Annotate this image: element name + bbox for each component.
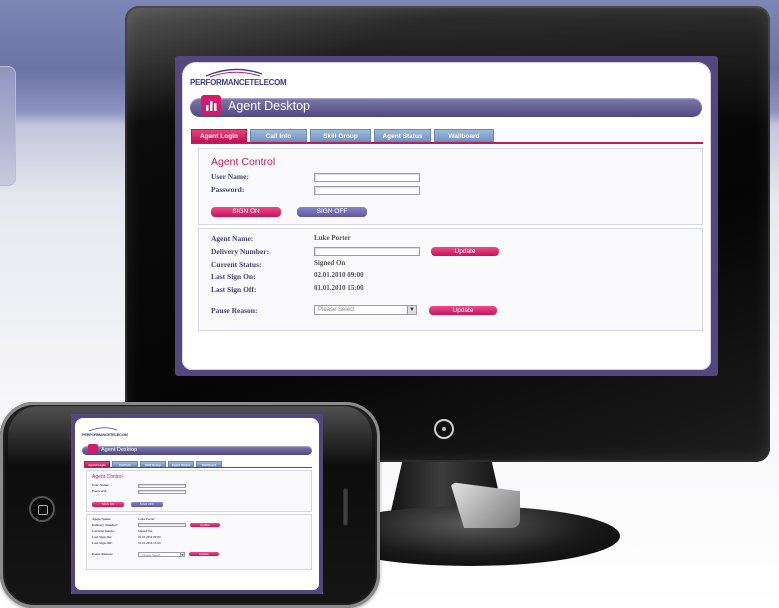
phone-password-label: Password: <box>92 489 108 493</box>
username-input[interactable] <box>314 173 420 182</box>
phone-agent-name-label: Agent Name: <box>92 517 112 521</box>
background-side-tab <box>0 66 16 186</box>
current-status-value: Signed On <box>314 259 346 267</box>
pause-update-button[interactable]: Update <box>429 306 497 315</box>
phone-agent-control-title: Agent Control <box>92 474 123 480</box>
agent-name-label: Agent Name: <box>211 234 254 243</box>
last-sign-off-value: 01.01.2010 15:00 <box>314 284 364 292</box>
page-title: Agent Desktop <box>228 99 310 113</box>
logo-text: PERFORMANCETELECOM <box>190 78 287 87</box>
phone-delivery-update-button[interactable]: Update <box>190 523 220 527</box>
phone-sign-off-button[interactable]: SIGN OFF <box>131 502 163 507</box>
pause-reason-select[interactable]: Please Select ▼ <box>314 305 417 315</box>
phone-sign-on-button[interactable]: SIGN ON <box>92 502 124 507</box>
phone-page-title: Agent Desktop <box>101 447 138 453</box>
phone-delivery-number-label: Delivery Number: <box>92 523 119 527</box>
tab-agent-login[interactable]: Agent Login <box>191 129 247 142</box>
power-icon[interactable] <box>434 419 454 439</box>
phone-username-input[interactable] <box>138 484 186 488</box>
phone-agent-name-value: Luke Porter <box>138 517 155 521</box>
tab-skill-group[interactable]: Skill Group <box>310 129 371 142</box>
phone-pause-reason-selected: Please Select <box>142 553 161 557</box>
phone-last-sign-on-label: Last Sign On: <box>92 535 113 539</box>
last-sign-off-label: Last Sign Off: <box>211 285 257 294</box>
sign-off-button[interactable]: SIGN OFF <box>297 207 367 217</box>
chevron-down-icon[interactable]: ▼ <box>407 306 416 314</box>
phone-pause-reason-label: Pause Reason: <box>92 552 114 556</box>
delivery-number-input[interactable] <box>314 247 420 256</box>
pause-reason-label: Pause Reason: <box>211 306 258 315</box>
phone-pause-reason-select[interactable]: Please Select ▼ <box>138 552 185 557</box>
agent-status-panel <box>198 228 703 331</box>
password-label: Password: <box>211 185 245 194</box>
phone-pause-update-button[interactable]: Update <box>189 552 219 556</box>
phone-chevron-down-icon[interactable]: ▼ <box>180 553 184 557</box>
delivery-update-button[interactable]: Update <box>431 247 499 256</box>
agent-control-title: Agent Control <box>211 156 276 168</box>
phone-current-status-label: Current Status: <box>92 529 115 533</box>
tab-agent-status[interactable]: Agent Status <box>374 129 431 142</box>
agent-name-value: Luke Porter <box>314 234 351 242</box>
phone-delivery-number-input[interactable] <box>138 523 186 527</box>
phone-tab-underline <box>84 467 312 468</box>
home-button-icon[interactable] <box>29 496 55 522</box>
phone-logo-text: PERFORMANCETELECOM <box>82 432 128 437</box>
phone-password-input[interactable] <box>138 490 186 494</box>
agent-desktop-icon <box>201 95 221 115</box>
delivery-number-label: Delivery Number: <box>211 247 270 256</box>
phone-agent-desktop-icon <box>88 444 98 454</box>
password-input[interactable] <box>314 186 420 195</box>
tab-wallboard[interactable]: Wallboard <box>434 129 494 142</box>
phone-last-sign-on-value: 02.01.2010 09:00 <box>138 535 161 539</box>
phone-last-sign-off-value: 01.01.2010 15:00 <box>138 541 161 545</box>
last-sign-on-value: 02.01.2010 09:00 <box>314 271 364 279</box>
phone-last-sign-off-label: Last Sign Off: <box>92 541 113 545</box>
phone-current-status-value: Signed On <box>138 529 153 533</box>
logo-swoosh-icon <box>205 68 263 78</box>
current-status-label: Current Status: <box>211 260 262 269</box>
last-sign-on-label: Last Sign On: <box>211 272 256 281</box>
tab-underline <box>191 142 703 144</box>
tab-call-info[interactable]: Call Info <box>250 129 307 142</box>
username-label: User Name: <box>211 172 249 181</box>
phone-username-label: User Name: <box>92 483 110 487</box>
logo: PERFORMANCETELECOM <box>190 66 287 92</box>
pause-reason-selected: Please Select <box>318 307 355 313</box>
sign-on-button[interactable]: SIGN ON <box>211 207 281 217</box>
phone-side-speaker <box>343 488 348 526</box>
